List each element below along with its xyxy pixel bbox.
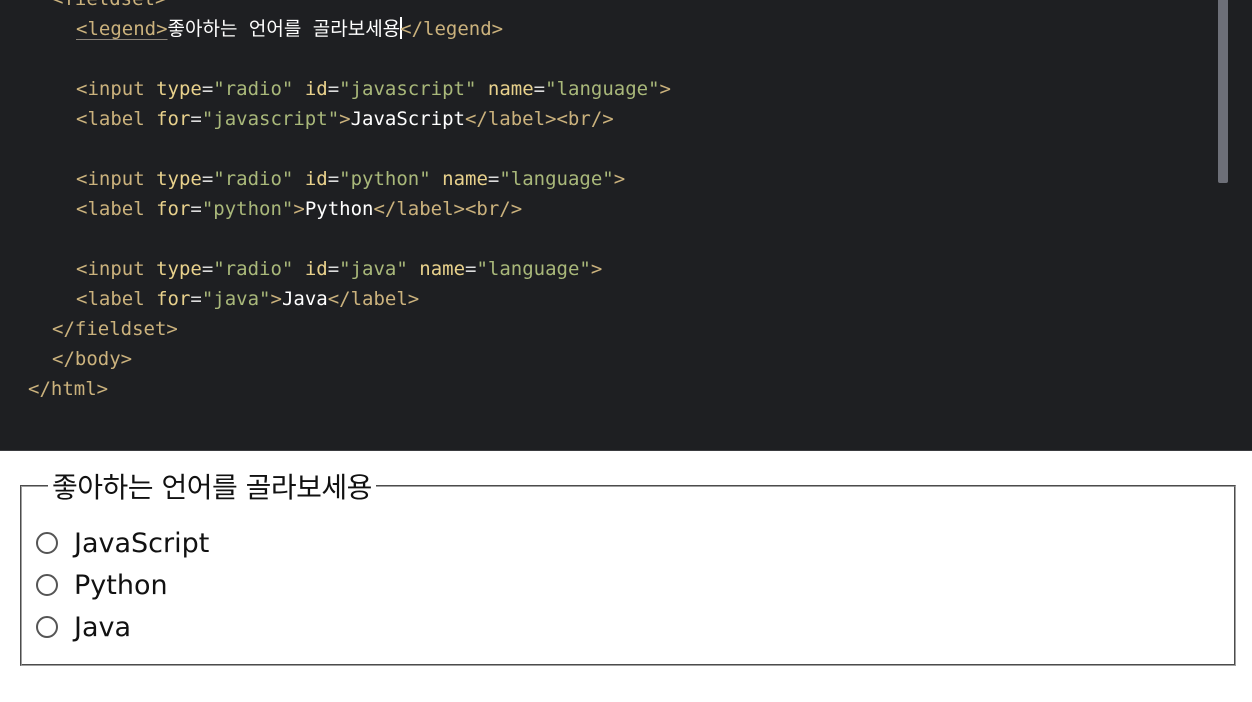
fieldset-legend: 좋아하는 언어를 골라보세용 (52, 471, 372, 504)
code-token: = (327, 168, 340, 190)
code-token: = (190, 108, 202, 130)
code-token: = (201, 168, 214, 190)
code-token: "radio" (213, 78, 294, 100)
code-line[interactable]: </html> (0, 374, 671, 404)
code-line[interactable] (0, 134, 671, 164)
code-token: "language" (545, 78, 660, 100)
code-line[interactable]: <input type="radio" id="javascript" name… (0, 74, 671, 104)
label-javascript[interactable]: JavaScript (74, 528, 209, 559)
code-token: "python" (339, 168, 431, 190)
code-token: <input (76, 78, 157, 100)
code-token: <label (76, 108, 157, 130)
code-token: <input (76, 168, 157, 190)
code-token: name (419, 258, 466, 280)
code-token: </label> (327, 288, 420, 310)
code-token: = (201, 78, 214, 100)
code-token: = (533, 78, 546, 100)
code-token: for (156, 108, 191, 130)
code-token: = (327, 258, 340, 280)
code-token: </label><br/> (373, 198, 523, 220)
code-line[interactable]: <legend>좋아하는 언어를 골라보세용</legend> (0, 14, 671, 44)
code-token: id (304, 78, 328, 100)
code-line[interactable]: </fieldset> (0, 314, 671, 344)
code-token: type (156, 78, 202, 100)
code-line[interactable]: <fieldset> (0, 0, 671, 14)
code-token: = (190, 198, 202, 220)
code-token: "javascript" (201, 108, 340, 130)
code-token: </label><br/> (464, 108, 614, 130)
code-token: <fieldset> (52, 0, 166, 10)
code-token: "java" (201, 288, 271, 310)
code-token: "language" (476, 258, 591, 280)
code-token: 좋아하는 언어를 골라보세용 (167, 18, 401, 40)
option-java[interactable]: Java (36, 607, 131, 647)
code-token: = (327, 78, 340, 100)
label-java[interactable]: Java (74, 612, 131, 643)
code-token: name (487, 78, 534, 100)
code-line[interactable]: <label for="javascript">JavaScript</labe… (0, 104, 671, 134)
code-token: = (465, 258, 477, 280)
code-token: "java" (339, 258, 408, 280)
option-javascript[interactable]: JavaScript (36, 523, 209, 563)
label-python[interactable]: Python (74, 570, 168, 601)
code-line[interactable] (0, 224, 671, 254)
code-token: <legend> (76, 18, 168, 40)
code-token: "radio" (213, 168, 294, 190)
radio-python[interactable] (36, 574, 58, 596)
code-line[interactable]: <input type="radio" id="java" name="lang… (0, 254, 671, 284)
code-editor[interactable]: <fieldset> <legend>좋아하는 언어를 골라보세용</legend… (0, 0, 1252, 451)
code-line[interactable]: </body> (0, 344, 671, 374)
editor-scrollbar[interactable] (1218, 0, 1228, 183)
code-token: > (270, 288, 282, 310)
code-token: "javascript" (339, 78, 477, 100)
code-token: = (190, 288, 202, 310)
code-token: Java (281, 288, 328, 310)
code-line[interactable]: <input type="radio" id="python" name="la… (0, 164, 671, 194)
code-token: type (156, 168, 202, 190)
code-token: > (339, 108, 351, 130)
code-token: <label (76, 288, 157, 310)
code-token: "language" (499, 168, 614, 190)
code-token: for (156, 288, 191, 310)
code-token: "radio" (213, 258, 294, 280)
code-token: <label (76, 198, 157, 220)
code-token: for (156, 198, 191, 220)
code-line[interactable]: <label for="java">Java</label> (0, 284, 671, 314)
code-token: > (613, 168, 626, 190)
code-token: <input (76, 258, 157, 280)
code-content[interactable]: <fieldset> <legend>좋아하는 언어를 골라보세용</legend… (0, 0, 671, 404)
code-token: type (156, 258, 202, 280)
code-token: = (201, 258, 214, 280)
code-token: > (590, 258, 603, 280)
rendered-preview: 좋아하는 언어를 골라보세용 JavaScript Python Java (0, 452, 1252, 702)
code-token: id (304, 258, 328, 280)
code-token: = (487, 168, 500, 190)
code-token: </legend> (400, 18, 504, 40)
code-token: > (659, 78, 671, 100)
code-token: "python" (201, 198, 294, 220)
code-token: id (304, 168, 328, 190)
code-line[interactable] (0, 44, 671, 74)
language-fieldset: 좋아하는 언어를 골라보세용 (20, 466, 1236, 666)
code-token: </body> (52, 348, 133, 370)
code-token: </html> (28, 378, 109, 400)
radio-java[interactable] (36, 616, 58, 638)
code-token: Python (304, 198, 374, 220)
code-line[interactable]: <label for="python">Python</label><br/> (0, 194, 671, 224)
code-token: name (442, 168, 488, 190)
radio-javascript[interactable] (36, 532, 58, 554)
code-token: > (293, 198, 305, 220)
code-token: JavaScript (350, 108, 465, 130)
option-python[interactable]: Python (36, 565, 168, 605)
code-token: </fieldset> (52, 318, 178, 340)
